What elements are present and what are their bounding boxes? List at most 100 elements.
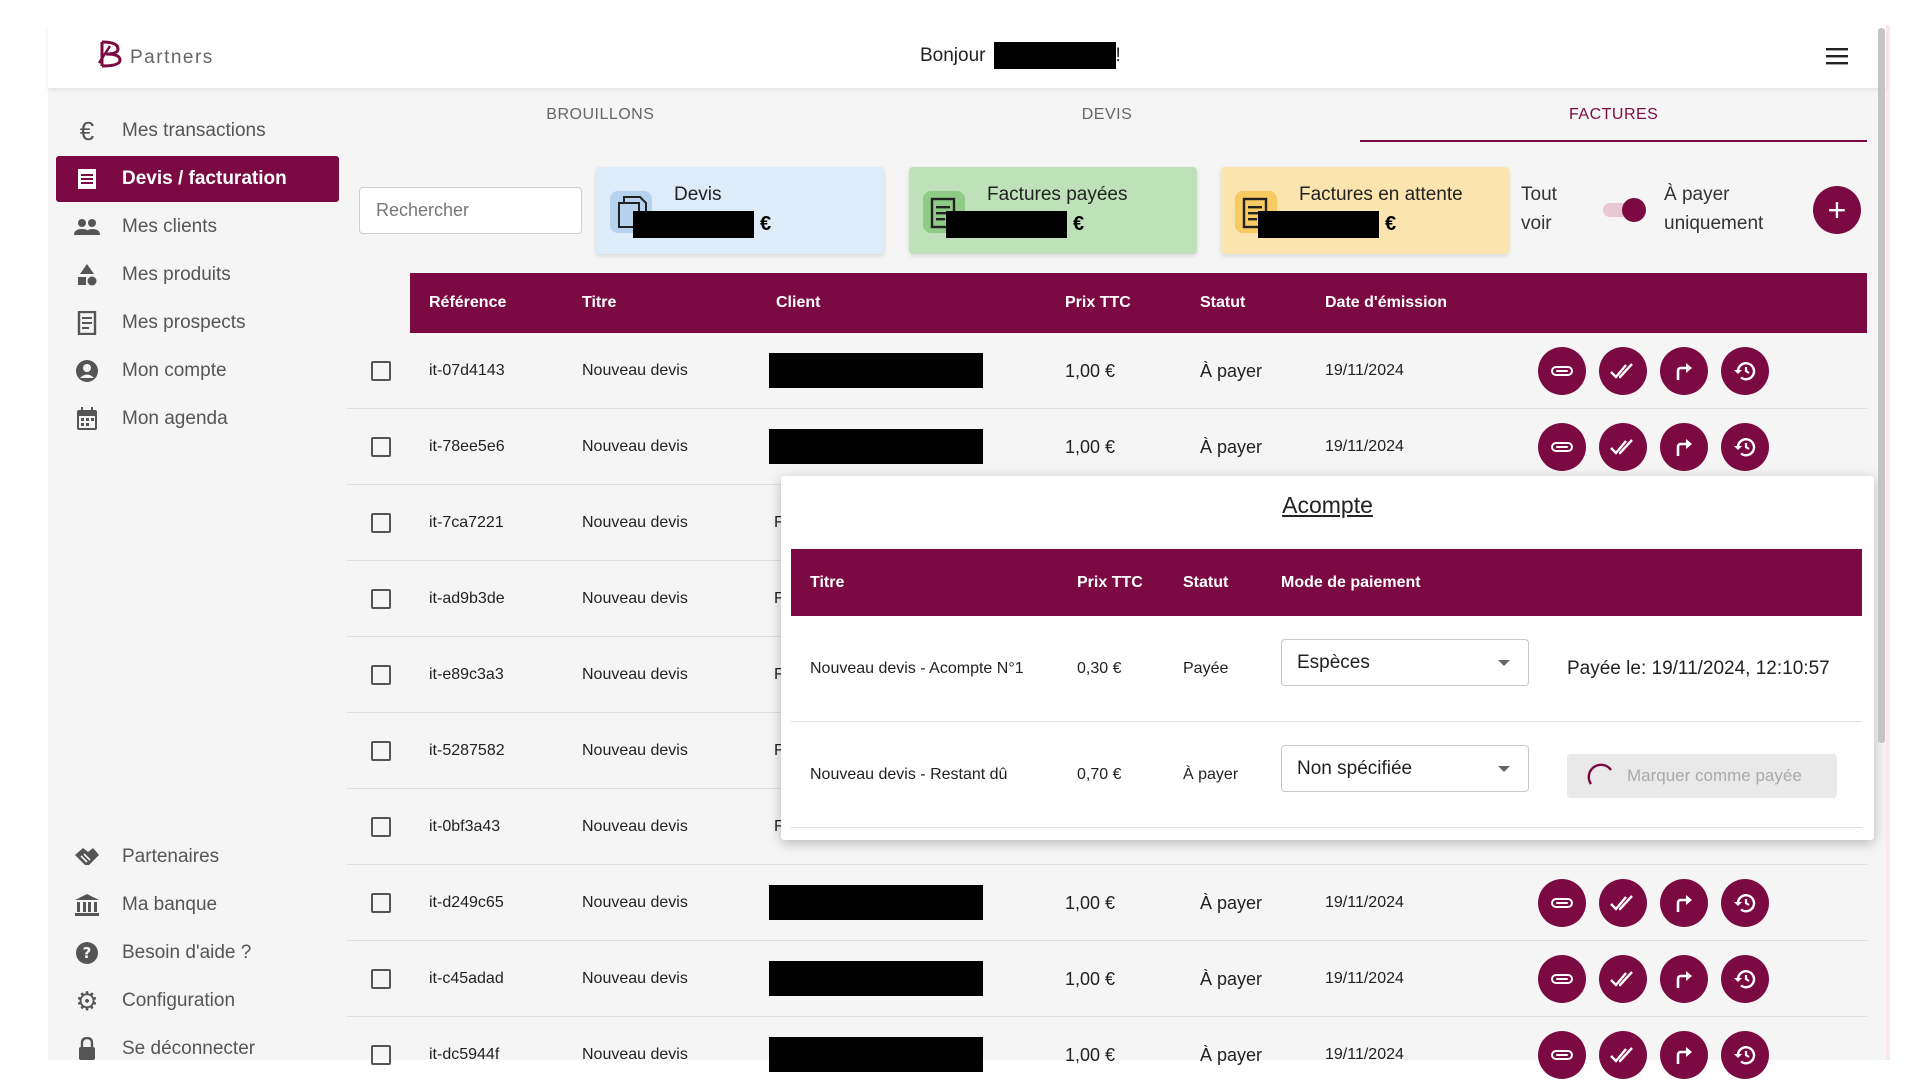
paperclip-icon[interactable]	[1538, 879, 1586, 927]
table-row[interactable]: it-d249c65 Nouveau devis 1,00 € À payer …	[347, 865, 1867, 941]
table-row[interactable]: it-07d4143 Nouveau devis 1,00 € À payer …	[347, 333, 1867, 409]
tab-drafts[interactable]: BROUILLONS	[347, 88, 854, 142]
payment-mode-select[interactable]: Non spécifiée	[1281, 745, 1529, 792]
row-checkbox[interactable]	[371, 817, 391, 837]
payment-mode-select[interactable]: Espèces	[1281, 639, 1529, 686]
amount-redacted	[633, 211, 754, 238]
col-date[interactable]: Date d'émission	[1325, 273, 1447, 333]
row-checkbox[interactable]	[371, 665, 391, 685]
amount-redacted	[946, 211, 1067, 238]
logo[interactable]: Partners	[96, 39, 214, 69]
row-actions	[1538, 1031, 1769, 1079]
svg-text:?: ?	[83, 944, 92, 962]
history-icon[interactable]	[1721, 879, 1769, 927]
paperclip-icon[interactable]	[1538, 423, 1586, 471]
client-redacted	[769, 1037, 983, 1072]
client-redacted	[769, 353, 983, 388]
col-status[interactable]: Statut	[1200, 273, 1245, 333]
history-icon[interactable]	[1721, 347, 1769, 395]
sidebar-item-transactions[interactable]: € Mes transactions	[56, 108, 339, 154]
quotes-card-title: Devis	[674, 184, 722, 205]
paperclip-icon[interactable]	[1538, 1031, 1586, 1079]
euro-icon: €	[79, 115, 95, 146]
due-only-toggle[interactable]	[1603, 198, 1647, 222]
sidebar: € Mes transactions Devis / facturation M…	[48, 88, 347, 1060]
logo-text: Partners	[130, 47, 214, 68]
row-checkbox[interactable]	[371, 361, 391, 381]
table-row[interactable]: it-c45adad Nouveau devis 1,00 € À payer …	[347, 941, 1867, 1017]
sidebar-item-prospects[interactable]: Mes prospects	[56, 300, 339, 346]
row-actions	[1538, 879, 1769, 927]
paid-invoices-card: Factures payées €	[909, 167, 1197, 254]
paid-on-text: Payée le: 19/11/2024, 12:10:57	[1567, 658, 1830, 679]
gear-icon: ⚙	[75, 985, 99, 1016]
hamburger-menu-icon[interactable]	[1826, 47, 1850, 65]
double-check-icon[interactable]	[1599, 879, 1647, 927]
sidebar-item-help[interactable]: ? Besoin d'aide ?	[56, 930, 339, 976]
row-checkbox[interactable]	[371, 589, 391, 609]
remaining-row: Nouveau devis - Restant dû 0,70 € À paye…	[791, 722, 1862, 828]
scroll-track	[1886, 25, 1890, 1060]
sidebar-item-configuration[interactable]: ⚙ Configuration	[56, 978, 339, 1024]
sidebar-item-agenda[interactable]: Mon agenda	[56, 396, 339, 442]
history-icon[interactable]	[1721, 955, 1769, 1003]
popup-title: Acompte	[1282, 492, 1373, 518]
forward-arrow-icon[interactable]	[1660, 955, 1708, 1003]
amount-redacted	[1258, 211, 1379, 238]
mark-as-paid-button[interactable]: Marquer comme payée	[1567, 754, 1837, 798]
row-actions	[1538, 423, 1769, 471]
paperclip-icon[interactable]	[1538, 347, 1586, 395]
row-checkbox[interactable]	[371, 969, 391, 989]
col-client[interactable]: Client	[776, 273, 820, 333]
forward-arrow-icon[interactable]	[1660, 879, 1708, 927]
sidebar-item-partners[interactable]: Partenaires	[56, 834, 339, 880]
table-row[interactable]: it-78ee5e6 Nouveau devis 1,00 € À payer …	[347, 409, 1867, 485]
sidebar-item-bank[interactable]: Ma banque	[56, 882, 339, 928]
table-header: Référence Titre Client Prix TTC Statut D…	[410, 273, 1867, 333]
popup-col-status: Statut	[1183, 574, 1229, 591]
row-actions	[1538, 347, 1769, 395]
paid-invoices-card-title: Factures payées	[987, 184, 1128, 205]
tab-invoices[interactable]: FACTURES	[1360, 88, 1867, 142]
sidebar-item-account[interactable]: Mon compte	[56, 348, 339, 394]
row-checkbox[interactable]	[371, 741, 391, 761]
col-reference[interactable]: Référence	[429, 273, 506, 333]
add-invoice-button[interactable]: +	[1813, 186, 1861, 234]
col-title[interactable]: Titre	[582, 273, 616, 333]
double-check-icon[interactable]	[1599, 347, 1647, 395]
row-actions	[1538, 955, 1769, 1003]
page-scrollbar[interactable]	[1878, 28, 1885, 743]
popup-col-price: Prix TTC	[1077, 574, 1143, 591]
show-all-label: Tout voir	[1521, 184, 1557, 234]
forward-arrow-icon[interactable]	[1660, 423, 1708, 471]
paperclip-icon[interactable]	[1538, 955, 1586, 1003]
table-row[interactable]: it-dc5944f Nouveau devis 1,00 € À payer …	[347, 1017, 1867, 1080]
forward-arrow-icon[interactable]	[1660, 1031, 1708, 1079]
sidebar-item-invoicing[interactable]: Devis / facturation	[56, 156, 339, 202]
history-icon[interactable]	[1721, 423, 1769, 471]
row-checkbox[interactable]	[371, 437, 391, 457]
paid-invoices-card-amount: €	[946, 211, 1084, 238]
row-checkbox[interactable]	[371, 1045, 391, 1065]
chevron-down-icon	[1498, 660, 1510, 666]
history-icon[interactable]	[1721, 1031, 1769, 1079]
row-checkbox[interactable]	[371, 893, 391, 913]
double-check-icon[interactable]	[1599, 1031, 1647, 1079]
col-price[interactable]: Prix TTC	[1065, 273, 1131, 333]
row-checkbox[interactable]	[371, 513, 391, 533]
forward-arrow-icon[interactable]	[1660, 347, 1708, 395]
pending-invoices-card-amount: €	[1258, 211, 1396, 238]
double-check-icon[interactable]	[1599, 423, 1647, 471]
pending-invoices-card-title: Factures en attente	[1299, 184, 1463, 205]
user-name-redacted	[993, 42, 1116, 69]
invoice-icon	[72, 164, 102, 194]
search-input[interactable]	[359, 187, 582, 234]
sidebar-item-products[interactable]: Mes produits	[56, 252, 339, 298]
double-check-icon[interactable]	[1599, 955, 1647, 1003]
sidebar-item-clients[interactable]: Mes clients	[56, 204, 339, 250]
pending-invoices-card: Factures en attente €	[1221, 167, 1509, 254]
tab-quotes[interactable]: DEVIS	[854, 88, 1361, 142]
sidebar-item-logout[interactable]: Se déconnecter	[56, 1026, 339, 1072]
calendar-icon	[72, 404, 102, 434]
handshake-icon	[72, 842, 102, 872]
